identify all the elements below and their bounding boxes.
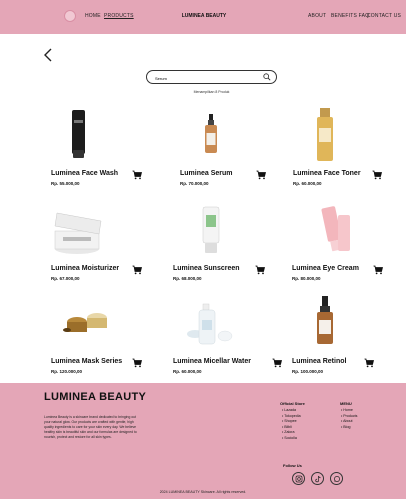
sunscreen-image — [202, 206, 220, 253]
mask-series-image — [63, 313, 107, 332]
cart-icon[interactable] — [256, 170, 266, 180]
search-input[interactable] — [153, 72, 265, 84]
product-price: Rp. 67.000,00 — [51, 276, 80, 281]
serum-image — [205, 114, 217, 153]
cart-icon[interactable] — [132, 358, 142, 368]
logo-icon[interactable] — [64, 10, 76, 22]
menu-title: MENU — [340, 401, 352, 406]
footer-brand: LUMINEA BEAUTY — [44, 391, 147, 403]
moisturizer-image — [54, 212, 102, 254]
product-card[interactable]: Luminea Retinol Rp. 100.000,00 — [292, 294, 402, 374]
product-card[interactable]: Luminea Face Wash Rp. 55.000,00 — [51, 106, 161, 186]
tiktok-icon — [314, 475, 321, 482]
retinol-image — [317, 296, 333, 344]
product-name: Luminea Eye Cream — [292, 265, 359, 272]
product-name: Luminea Retinol — [292, 358, 347, 365]
product-price: Rp. 60.000,00 — [293, 181, 322, 186]
instagram-icon — [295, 475, 302, 482]
footer-description: Luminea Beauty is a skincare brand dedic… — [44, 415, 137, 439]
micellar-water-image — [187, 303, 233, 345]
follow-us-title: Follow Us — [283, 463, 302, 468]
product-name: Luminea Sunscreen — [173, 265, 240, 272]
product-card[interactable]: Luminea Sunscreen Rp. 68.000,00 — [173, 201, 283, 281]
instagram-link[interactable] — [292, 472, 305, 485]
chevron-left-icon — [44, 48, 52, 62]
product-card[interactable]: Luminea Eye Cream Rp. 80.000,00 — [292, 201, 402, 281]
nav-products[interactable]: PRODUCTS — [104, 13, 134, 19]
search-result-info: Menampilkan 8 Produk — [193, 90, 230, 94]
product-price: Rp. 55.000,00 — [51, 181, 80, 186]
brand-title[interactable]: LUMINEA BEAUTY — [168, 13, 240, 19]
cart-icon[interactable] — [373, 265, 383, 275]
official-store-title: Official Store — [280, 401, 305, 406]
nav-contact-us[interactable]: CONTACT US — [367, 13, 401, 19]
product-card[interactable]: Luminea Mask Series Rp. 120.000,00 — [51, 294, 161, 374]
cart-icon[interactable] — [255, 265, 265, 275]
product-card[interactable]: Luminea Serum Rp. 70.000,00 — [180, 106, 290, 186]
face-toner-image — [317, 108, 333, 161]
nav-about[interactable]: ABOUT — [308, 13, 326, 19]
search-bar — [146, 70, 277, 84]
product-name: Luminea Serum — [180, 170, 233, 177]
product-price: Rp. 70.000,00 — [180, 181, 209, 186]
whatsapp-link[interactable] — [330, 472, 343, 485]
product-price: Rp. 100.000,00 — [292, 369, 324, 374]
product-name: Luminea Face Toner — [293, 170, 361, 177]
back-button[interactable] — [40, 47, 56, 63]
cart-icon[interactable] — [132, 170, 142, 180]
search-icon[interactable] — [263, 73, 271, 81]
tiktok-link[interactable] — [311, 472, 324, 485]
product-price: Rp. 120.000,00 — [51, 369, 83, 374]
official-store-list: Lazada Tokopedia Shopee Blibli Zalora So… — [282, 408, 301, 442]
cart-icon[interactable] — [132, 265, 142, 275]
product-name: Luminea Face Wash — [51, 170, 119, 177]
product-card[interactable]: Luminea Face Toner Rp. 60.000,00 — [293, 106, 403, 186]
cart-icon[interactable] — [372, 170, 382, 180]
nav-home[interactable]: HOME — [85, 13, 101, 19]
copyright: 2024 LUMINEA BEAUTY Skincare. All rights… — [159, 490, 247, 494]
product-name: Luminea Mask Series — [51, 358, 123, 365]
eye-cream-image — [321, 206, 350, 252]
product-price: Rp. 60.000,00 — [173, 369, 202, 374]
footer-menu-blog[interactable]: Blog — [341, 425, 357, 431]
footer-menu-list: Home Products About Blog — [341, 408, 357, 430]
product-name: Luminea Micellar Water — [173, 358, 251, 365]
product-card[interactable]: Luminea Moisturizer Rp. 67.000,00 — [51, 201, 161, 281]
product-card[interactable]: Luminea Micellar Water Rp. 60.000,00 — [173, 294, 283, 374]
cart-icon[interactable] — [272, 358, 282, 368]
product-price: Rp. 68.000,00 — [173, 276, 202, 281]
whatsapp-icon — [333, 475, 340, 482]
navigation: HOME PRODUCTS LUMINEA BEAUTY ABOUT BENEF… — [0, 0, 406, 34]
nav-benefits-faq[interactable]: BENEFITS FAQ — [331, 13, 369, 19]
product-name: Luminea Moisturizer — [51, 265, 120, 272]
cart-icon[interactable] — [364, 358, 374, 368]
face-wash-image — [72, 110, 85, 158]
store-link[interactable]: Sociolla — [282, 436, 301, 442]
product-price: Rp. 80.000,00 — [292, 276, 321, 281]
